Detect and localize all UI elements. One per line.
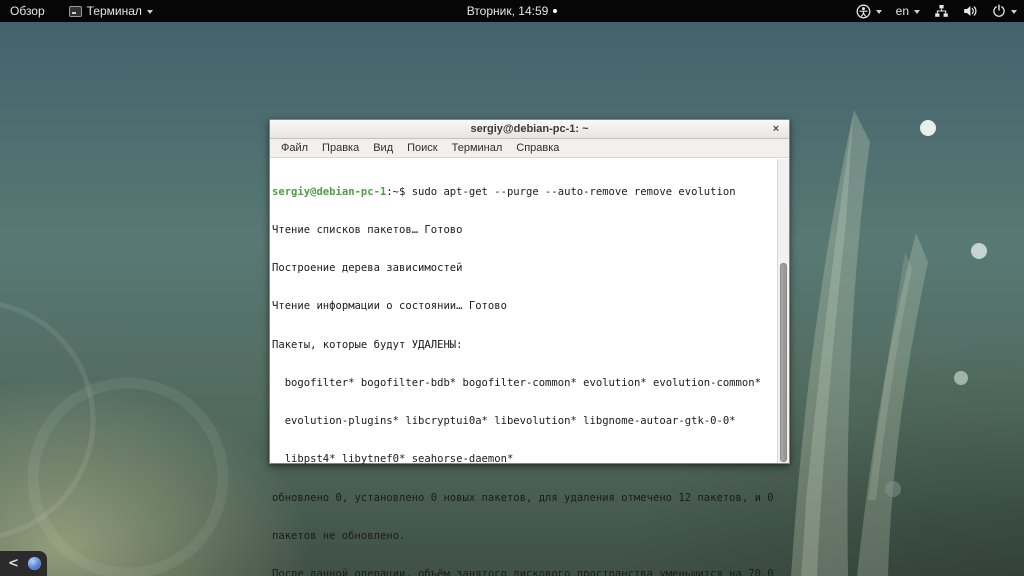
chevron-down-icon xyxy=(146,10,153,14)
output-line: Чтение информации о состоянии… Готово xyxy=(272,300,507,313)
keyboard-layout-label: en xyxy=(895,4,909,18)
power-menu[interactable] xyxy=(985,0,1024,22)
prompt-tail: :~$ xyxy=(386,185,412,198)
accessibility-menu[interactable] xyxy=(849,0,889,22)
clock-button[interactable]: Вторник, 14:59 xyxy=(457,0,568,22)
menu-search[interactable]: Поиск xyxy=(400,139,444,158)
accessibility-icon xyxy=(856,4,871,19)
chevron-down-icon xyxy=(875,10,882,14)
close-button[interactable]: × xyxy=(768,121,784,137)
terminal-body: sergiy@debian-pc-1:~$ sudo apt-get --pur… xyxy=(270,159,789,576)
output-line: libpst4* libytnef0* seahorse-daemon* xyxy=(272,453,514,466)
activities-button[interactable]: Обзор xyxy=(0,0,55,22)
menu-edit[interactable]: Правка xyxy=(315,139,366,158)
power-icon xyxy=(992,4,1006,18)
tray-blue-status-icon[interactable] xyxy=(27,557,41,570)
keyboard-layout-menu[interactable]: en xyxy=(889,0,927,22)
app-menu-terminal[interactable]: Терминал xyxy=(59,0,163,22)
terminal-app-icon xyxy=(68,5,82,17)
output-line: Построение дерева зависимостей xyxy=(272,262,463,274)
menu-terminal[interactable]: Терминал xyxy=(445,139,510,158)
app-menu-label: Терминал xyxy=(86,4,142,18)
output-line: пакетов не обновлено. xyxy=(272,529,406,542)
terminal-window: sergiy@debian-pc-1: ~ × Файл Правка Вид … xyxy=(269,119,790,576)
window-title: sergiy@debian-pc-1: ~ xyxy=(470,123,589,135)
output-line: Пакеты, которые будут УДАЛЕНЫ: xyxy=(272,338,463,351)
prompt-user: sergiy@debian-pc-1 xyxy=(272,185,387,198)
scrollbar-thumb[interactable] xyxy=(780,263,787,462)
output-line: обновлено 0, установлено 0 новых пакетов… xyxy=(272,491,774,504)
terminal-scrollbar[interactable] xyxy=(777,159,789,463)
menu-view[interactable]: Вид xyxy=(366,139,400,158)
output-line: Чтение списков пакетов… Готово xyxy=(272,223,463,236)
output-line: bogofilter* bogofilter-bdb* bogofilter-c… xyxy=(272,376,761,389)
chevron-down-icon xyxy=(1011,10,1017,14)
top-bar: Обзор Терминал Вторник, 14:59 en xyxy=(0,0,1024,22)
activities-label: Обзор xyxy=(10,4,45,18)
notification-dot xyxy=(553,9,558,13)
chevron-down-icon xyxy=(914,10,920,14)
menu-help[interactable]: Справка xyxy=(509,139,566,158)
network-icon xyxy=(934,4,949,18)
clock-label: Вторник, 14:59 xyxy=(466,4,549,18)
terminal-menubar: Файл Правка Вид Поиск Терминал Справка xyxy=(270,139,789,158)
bottom-tray[interactable]: < xyxy=(0,551,47,576)
prompt-line: sergiy@debian-pc-1:~$ sudo apt-get --pur… xyxy=(272,186,776,199)
tray-expand-chevron-icon[interactable]: < xyxy=(8,557,19,570)
volume-icon xyxy=(963,4,978,18)
output-line: evolution-plugins* libcryptui0a* libevol… xyxy=(272,415,736,427)
window-titlebar[interactable]: sergiy@debian-pc-1: ~ × xyxy=(270,120,789,139)
volume-indicator[interactable] xyxy=(956,0,985,22)
terminal-content[interactable]: sergiy@debian-pc-1:~$ sudo apt-get --pur… xyxy=(272,160,776,576)
menu-file[interactable]: Файл xyxy=(274,139,315,158)
network-indicator[interactable] xyxy=(927,0,956,22)
output-line: После данной операции, объём занятого ди… xyxy=(272,568,774,576)
command-text: sudo apt-get --purge --auto-remove remov… xyxy=(411,185,736,198)
